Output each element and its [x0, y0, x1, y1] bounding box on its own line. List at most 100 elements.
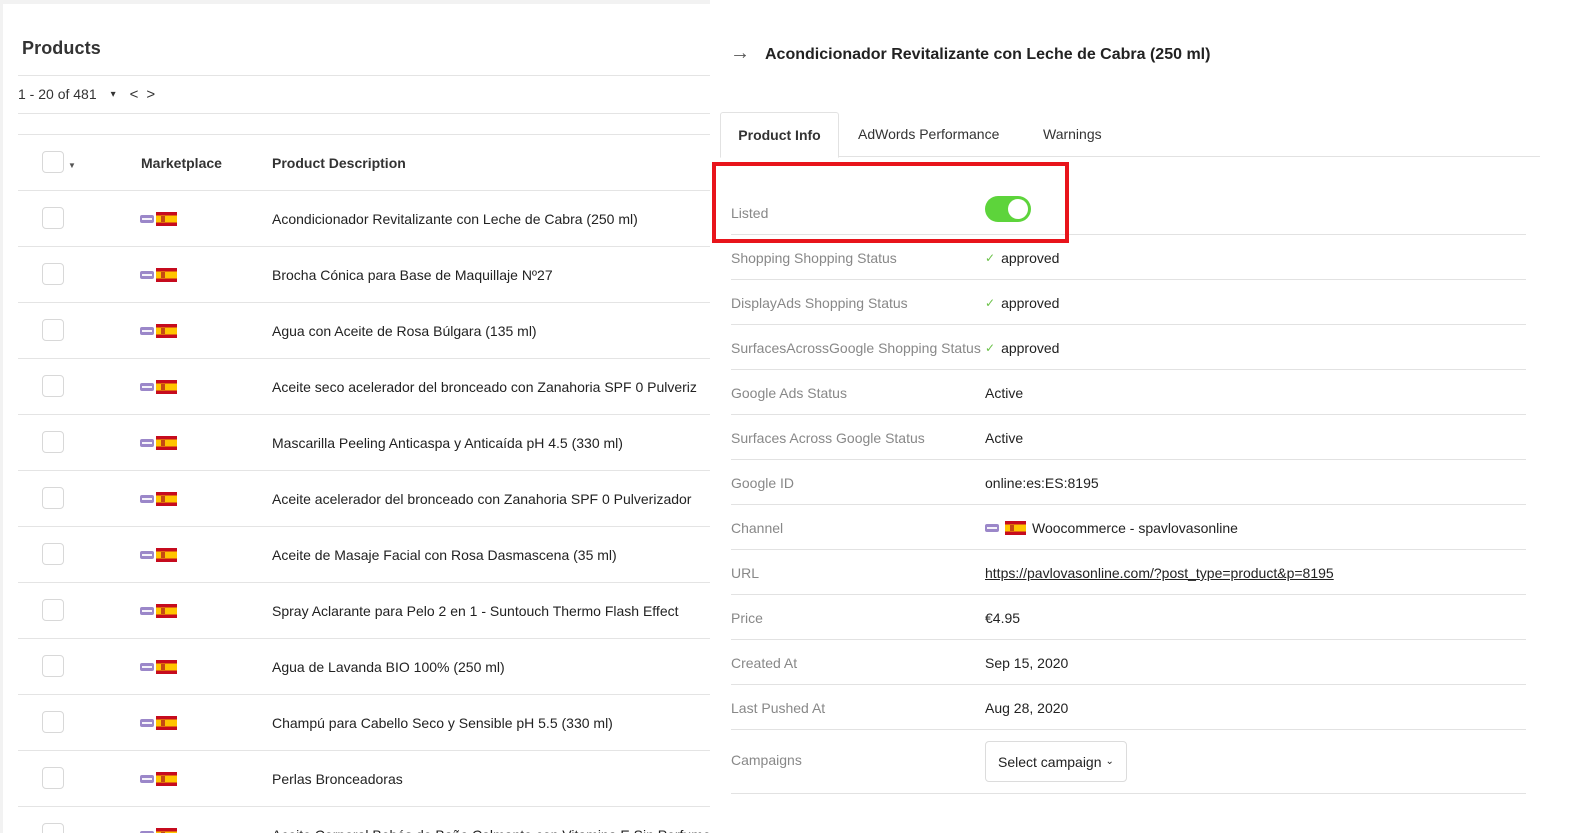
chevron-down-icon[interactable]: ▼ — [68, 161, 76, 170]
product-description[interactable]: Perlas Bronceadoras — [272, 771, 403, 787]
detail-field: Surfaces Across Google Status Active — [731, 415, 1526, 460]
table-row[interactable]: Spray Aclarante para Pelo 2 en 1 - Sunto… — [18, 583, 710, 639]
marketplace-cell — [140, 492, 177, 506]
row-checkbox[interactable] — [42, 319, 64, 341]
detail-tabs: Product Info AdWords Performance Warning… — [720, 112, 1540, 158]
row-checkbox[interactable] — [42, 207, 64, 229]
next-page-button[interactable]: > — [146, 86, 155, 103]
select-campaign-dropdown[interactable]: Select campaign ⌄ — [985, 741, 1127, 782]
table-row[interactable]: Brocha Cónica para Base de Maquillaje Nº… — [18, 247, 710, 303]
product-url-link[interactable]: https://pavlovasonline.com/?post_type=pr… — [985, 565, 1334, 581]
field-value: Aug 28, 2020 — [985, 700, 1068, 716]
field-label: Google Ads Status — [731, 385, 847, 401]
listed-toggle[interactable] — [985, 196, 1031, 222]
tab-product-info[interactable]: Product Info — [720, 112, 839, 158]
table-row[interactable]: Aceite de Masaje Facial con Rosa Dasmasc… — [18, 527, 710, 583]
prev-page-button[interactable]: < — [130, 86, 139, 103]
woocommerce-icon — [140, 439, 154, 447]
column-description[interactable]: Product Description — [272, 155, 406, 171]
page-title: Products — [22, 38, 101, 58]
table-row[interactable]: Acondicionador Revitalizante con Leche d… — [18, 191, 710, 247]
select-campaign-label: Select campaign — [998, 753, 1102, 770]
row-checkbox[interactable] — [42, 487, 64, 509]
field-value: Active — [985, 430, 1023, 446]
field-value: https://pavlovasonline.com/?post_type=pr… — [985, 565, 1334, 581]
row-checkbox[interactable] — [42, 823, 64, 833]
field-value: €4.95 — [985, 610, 1020, 626]
product-description[interactable]: Spray Aclarante para Pelo 2 en 1 - Sunto… — [272, 603, 679, 619]
row-checkbox[interactable] — [42, 599, 64, 621]
tab-adwords-performance[interactable]: AdWords Performance — [858, 112, 999, 157]
product-description[interactable]: Agua con Aceite de Rosa Búlgara (135 ml) — [272, 323, 537, 339]
marketplace-cell — [140, 548, 177, 562]
product-description[interactable]: Brocha Cónica para Base de Maquillaje Nº… — [272, 267, 553, 283]
column-marketplace[interactable]: Marketplace — [141, 155, 222, 171]
table-row[interactable]: Aceite Corporal Bebés de Baño Calmante c… — [18, 807, 710, 833]
check-icon: ✓ — [985, 341, 996, 355]
marketplace-cell — [140, 660, 177, 674]
field-value-text: Active — [985, 385, 1024, 401]
field-label: SurfacesAcrossGoogle Shopping Status — [731, 340, 981, 356]
field-label: DisplayAds Shopping Status — [731, 295, 908, 311]
woocommerce-icon — [140, 271, 154, 279]
table-row[interactable]: Champú para Cabello Seco y Sensible pH 5… — [18, 695, 710, 751]
marketplace-cell — [140, 212, 177, 226]
table-header: ▼ Marketplace Product Description — [18, 135, 710, 191]
detail-field: Channel Woocommerce - spavlovasonline — [731, 505, 1526, 550]
field-value-text: Aug 28, 2020 — [985, 700, 1069, 716]
field-label: Listed — [731, 205, 769, 221]
field-value-text: approved — [1001, 295, 1060, 311]
spain-flag-icon — [156, 660, 177, 674]
row-checkbox[interactable] — [42, 543, 64, 565]
row-checkbox[interactable] — [42, 431, 64, 453]
select-all-checkbox[interactable] — [42, 151, 64, 173]
page-size-dropdown[interactable]: ▾ — [111, 89, 116, 100]
field-value-text: approved — [1001, 250, 1060, 266]
marketplace-cell — [140, 604, 177, 618]
detail-field: Price €4.95 — [731, 595, 1526, 640]
field-label: Price — [731, 610, 763, 626]
arrow-right-icon[interactable]: → — [730, 42, 750, 65]
field-label: Last Pushed At — [731, 700, 826, 716]
row-checkbox[interactable] — [42, 263, 64, 285]
pagination: 1 - 20 of 481 ▾ < > — [18, 84, 155, 104]
table-row[interactable]: Mascarilla Peeling Anticaspa y Anticaída… — [18, 415, 710, 471]
table-row[interactable]: Aceite acelerador del bronceado con Zana… — [18, 471, 710, 527]
table-row[interactable]: Perlas Bronceadoras — [18, 751, 710, 807]
row-checkbox[interactable] — [42, 711, 64, 733]
spain-flag-icon — [156, 268, 177, 282]
field-value-text: online:es:ES:8195 — [985, 475, 1099, 491]
row-checkbox[interactable] — [42, 767, 64, 789]
woocommerce-icon — [140, 551, 154, 559]
row-checkbox[interactable] — [42, 375, 64, 397]
product-info-fields: Listed Shopping Shopping Status ✓ approved… — [731, 190, 1526, 794]
product-description[interactable]: Acondicionador Revitalizante con Leche d… — [272, 211, 638, 227]
tab-warnings[interactable]: Warnings — [1043, 112, 1102, 157]
detail-field: Google Ads Status Active — [731, 370, 1526, 415]
detail-field: DisplayAds Shopping Status ✓ approved — [731, 280, 1526, 325]
detail-field: SurfacesAcrossGoogle Shopping Status ✓ app… — [731, 325, 1526, 370]
product-description[interactable]: Aceite de Masaje Facial con Rosa Dasmasc… — [272, 547, 617, 563]
field-value-text: Sep 15, 2020 — [985, 655, 1069, 671]
chevron-down-icon: ⌄ — [1105, 756, 1114, 767]
woocommerce-icon — [140, 775, 154, 783]
woocommerce-icon — [140, 495, 154, 503]
table-row[interactable]: Agua de Lavanda BIO 100% (250 ml) — [18, 639, 710, 695]
products-table: ▼ Marketplace Product Description Acondi… — [18, 134, 710, 833]
spain-flag-icon — [156, 828, 177, 833]
product-description[interactable]: Mascarilla Peeling Anticaspa y Anticaída… — [272, 435, 623, 451]
check-icon: ✓ — [985, 251, 996, 265]
marketplace-cell — [140, 772, 177, 786]
product-description[interactable]: Champú para Cabello Seco y Sensible pH 5… — [272, 715, 613, 731]
field-value: Active — [985, 385, 1023, 401]
product-description[interactable]: Aceite Corporal Bebés de Baño Calmante c… — [272, 827, 710, 833]
product-description[interactable]: Aceite acelerador del bronceado con Zana… — [272, 491, 691, 507]
field-label: Surfaces Across Google Status — [731, 430, 925, 446]
table-row[interactable]: Agua con Aceite de Rosa Búlgara (135 ml) — [18, 303, 710, 359]
product-description[interactable]: Agua de Lavanda BIO 100% (250 ml) — [272, 659, 505, 675]
product-description[interactable]: Aceite seco acelerador del bronceado con… — [272, 379, 697, 395]
table-row[interactable]: Aceite seco acelerador del bronceado con… — [18, 359, 710, 415]
spain-flag-icon — [156, 772, 177, 786]
row-checkbox[interactable] — [42, 655, 64, 677]
field-value-text: approved — [1001, 340, 1060, 356]
